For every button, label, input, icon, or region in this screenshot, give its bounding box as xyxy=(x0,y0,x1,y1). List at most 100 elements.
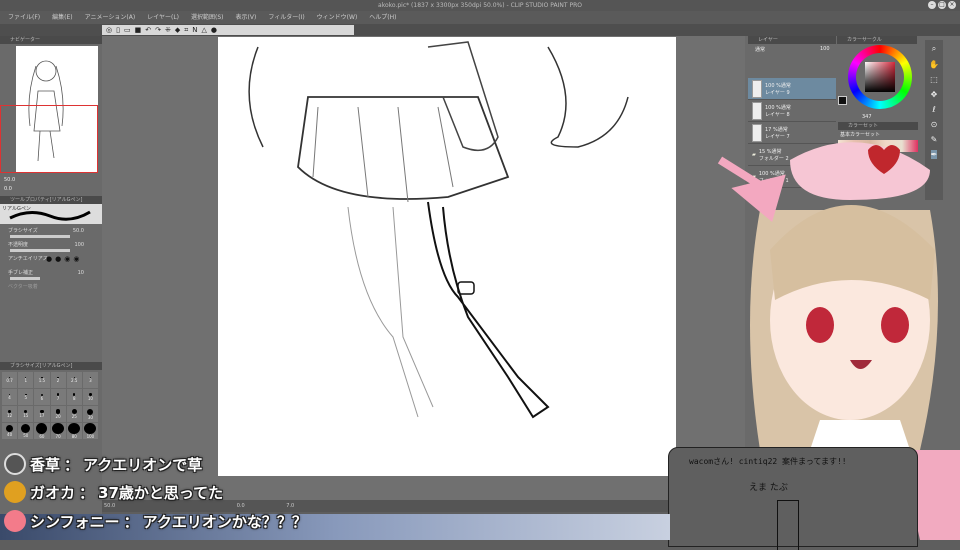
brush-size-preset[interactable]: 2.5 xyxy=(66,372,82,388)
ruler-icon[interactable]: △ xyxy=(201,25,206,35)
brush-size-label: 5 xyxy=(24,395,28,401)
brush-size-label: 15 xyxy=(23,413,29,419)
navigator-tab[interactable]: ナビゲーター xyxy=(0,36,102,44)
lasso-tool-icon[interactable]: ℓ xyxy=(932,105,935,114)
redo-icon[interactable]: ↷ xyxy=(155,25,161,35)
brush-size-label: 17 xyxy=(39,413,45,419)
brush-size-label: 25 xyxy=(71,414,77,420)
brush-size-preset[interactable]: 1.5 xyxy=(34,372,50,388)
menu-animation[interactable]: アニメーション(A) xyxy=(85,11,136,24)
brush-size-preset[interactable]: 60 xyxy=(34,423,50,439)
prop-opacity[interactable]: 不透明度 100 xyxy=(0,238,102,252)
brush-size-preset[interactable]: 70 xyxy=(50,423,66,439)
main-color-swatch[interactable] xyxy=(838,96,847,105)
brush-size-preset[interactable]: 25 xyxy=(66,406,82,422)
brush-size-preset[interactable]: 0.7 xyxy=(2,372,18,388)
signboard-note: wacomさん! cintiq22 案件まってます!! xyxy=(689,457,847,466)
menu-filter[interactable]: フィルター(I) xyxy=(268,11,304,24)
layer-opacity[interactable]: 100 xyxy=(820,46,830,52)
status-zoom[interactable]: 50.0 xyxy=(104,503,115,509)
fill-icon[interactable]: ◆ xyxy=(175,25,180,35)
menu-edit[interactable]: 編集(E) xyxy=(52,11,72,24)
brush-size-preset[interactable]: 8 xyxy=(66,389,82,405)
brush-dot-icon xyxy=(36,423,48,434)
saturation-value-square[interactable] xyxy=(865,62,895,92)
brush-size-preset[interactable]: 12 xyxy=(2,406,18,422)
brush-size-preset[interactable]: 2 xyxy=(50,372,66,388)
brush-size-preset[interactable]: 10 xyxy=(82,389,98,405)
brush-size-label: 50 xyxy=(23,433,29,439)
hand-tool-icon[interactable]: ✋ xyxy=(929,60,939,69)
chat-avatar xyxy=(4,510,26,532)
menu-bar: ファイル(F) 編集(E) アニメーション(A) レイヤー(L) 選択範囲(S)… xyxy=(0,11,960,24)
maximize-button[interactable]: □ xyxy=(938,1,946,9)
blend-mode-select[interactable]: 通常 xyxy=(755,46,765,53)
minimize-button[interactable]: – xyxy=(928,1,936,9)
clip-studio-icon[interactable]: ◎ xyxy=(106,25,112,35)
drawing-canvas[interactable] xyxy=(218,37,676,476)
brush-size-label: 60 xyxy=(39,434,45,439)
sketch-drawing xyxy=(248,41,629,419)
layer-row[interactable]: 100 %通常 レイヤー 8 xyxy=(748,100,836,122)
title-bar: akoko.pic* (1837 x 3300px 350dpi 50.0%) … xyxy=(0,0,960,11)
brush-size-preset[interactable]: 30 xyxy=(82,406,98,422)
menu-help[interactable]: ヘルプ(H) xyxy=(369,11,396,24)
brush-dot-icon xyxy=(21,423,31,434)
brush-size-preset[interactable]: 6 xyxy=(34,389,50,405)
save-icon[interactable]: ■ xyxy=(135,25,142,35)
layer-row[interactable]: 100 %通常 レイヤー 9 xyxy=(748,78,836,100)
layer-name: レイヤー 9 xyxy=(765,89,790,96)
brush-size-preset[interactable]: 4 xyxy=(2,389,18,405)
undo-icon[interactable]: ↶ xyxy=(145,25,151,35)
tool-property-tab[interactable]: ツールプロパティ[リアルGペン] xyxy=(0,196,102,204)
brush-size-preset[interactable]: 15 xyxy=(18,406,34,422)
prop-stabilization[interactable]: 手ブレ補正 10 xyxy=(0,266,102,280)
new-icon[interactable]: ▯ xyxy=(116,25,120,35)
menu-file[interactable]: ファイル(F) xyxy=(8,11,40,24)
snap-icon[interactable]: N xyxy=(192,25,197,35)
layer-opacity: 100 %通常 xyxy=(765,82,791,89)
navigator-view-frame[interactable] xyxy=(0,105,98,173)
layer-name: レイヤー 8 xyxy=(765,111,790,118)
menu-window[interactable]: ウィンドウ(W) xyxy=(317,11,358,24)
prop-antialias[interactable]: アンチエイリアス ●●◉◉ xyxy=(0,252,102,266)
color-wheel-tab[interactable]: カラーサークル xyxy=(837,36,917,44)
brush-size-preset[interactable]: 7 xyxy=(50,389,66,405)
close-button[interactable]: × xyxy=(948,1,956,9)
zoom-tool-icon[interactable]: ⌕ xyxy=(932,44,936,54)
brush-size-preset[interactable]: 40 xyxy=(2,423,18,439)
brush-size-preset[interactable]: 3 xyxy=(82,372,98,388)
brush-size-tab[interactable]: ブラシサイズ[リアルGペン] xyxy=(0,362,102,370)
navigator-zoom[interactable]: 50.0 xyxy=(4,177,15,183)
brush-size-label: 4 xyxy=(8,395,11,401)
menu-view[interactable]: 表示(V) xyxy=(236,11,257,24)
brush-size-label: 12 xyxy=(7,413,13,418)
menu-selection[interactable]: 選択範囲(S) xyxy=(191,11,224,24)
antialias-options[interactable]: ●●◉◉ xyxy=(46,252,82,266)
brush-size-preset[interactable]: 17 xyxy=(34,406,50,422)
chat-avatar xyxy=(4,481,26,503)
select-tool-icon[interactable]: ⬚ xyxy=(930,75,938,84)
transform-icon[interactable]: ⌗ xyxy=(184,25,188,35)
brush-size-preset[interactable]: 1 xyxy=(18,372,34,388)
prop-vector-snap[interactable]: ベクター吸着 xyxy=(0,280,102,294)
help-icon[interactable]: ● xyxy=(211,25,217,35)
window-title: akoko.pic* (1837 x 3300px 350dpi 50.0%) … xyxy=(378,2,582,9)
layer-tab[interactable]: レイヤー xyxy=(748,36,836,44)
brush-size-preset[interactable]: 100 xyxy=(82,423,98,439)
chat-text: 37歳かと思ってた xyxy=(98,483,224,502)
move-tool-icon[interactable]: ✥ xyxy=(931,90,938,99)
brush-size-preset[interactable]: 5 xyxy=(18,389,34,405)
prop-brush-size[interactable]: ブラシサイズ 50.0 xyxy=(0,224,102,238)
menu-layer[interactable]: レイヤー(L) xyxy=(147,11,179,24)
brush-size-preset[interactable]: 20 xyxy=(50,406,66,422)
brush-size-label: 0.7 xyxy=(6,378,13,384)
deselect-icon[interactable]: ⁜ xyxy=(165,25,171,35)
chat-text: アクエリオンかな？？？ xyxy=(142,512,307,531)
navigator-rotate[interactable]: 0.0 xyxy=(4,186,12,192)
brush-size-preset[interactable]: 80 xyxy=(66,423,82,439)
layer-opacity: 100 %通常 xyxy=(765,104,791,111)
open-icon[interactable]: ▭ xyxy=(124,25,131,35)
status-angle[interactable]: 0.0 xyxy=(237,503,245,509)
brush-size-preset[interactable]: 50 xyxy=(18,423,34,439)
